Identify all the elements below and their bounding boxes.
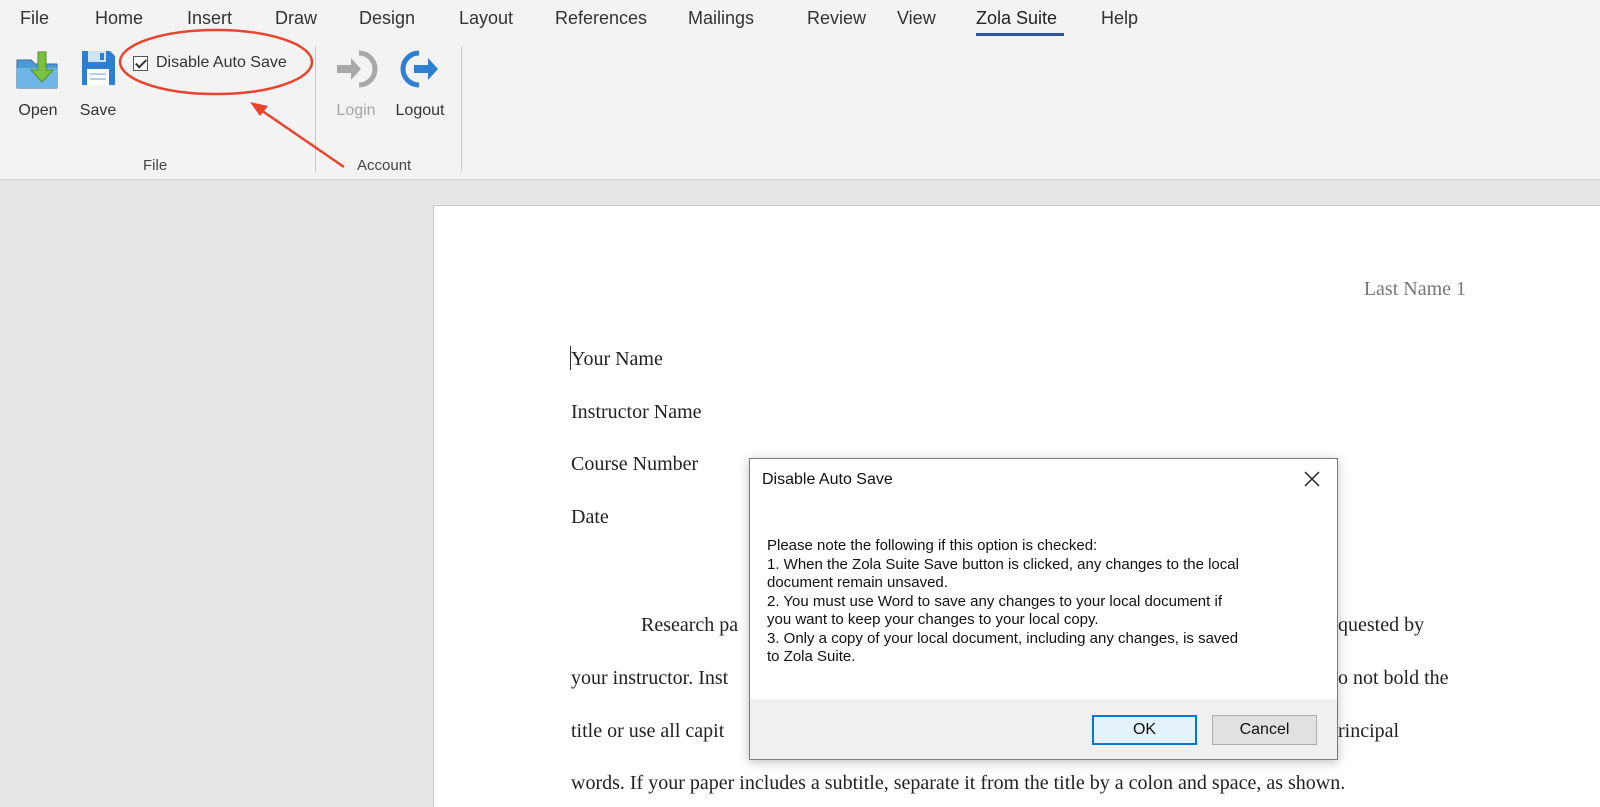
doc-body-line: title or use all capit (571, 720, 725, 742)
tab-view[interactable]: View (897, 8, 936, 29)
doc-body-line: Research pa (641, 614, 739, 636)
cancel-button[interactable]: Cancel (1212, 715, 1317, 745)
login-button[interactable]: Login (328, 40, 384, 130)
page-header: Last Name 1 (1363, 278, 1466, 300)
dialog-close-button[interactable] (1297, 465, 1327, 493)
dialog-message-line: 3. Only a copy of your local document, i… (767, 629, 1239, 647)
doc-line-name: Your Name (571, 348, 663, 370)
doc-body-line: your instructor. Inst (571, 667, 729, 689)
ribbon-tabs: File Home Insert Draw Design Layout Refe… (0, 0, 1600, 40)
dialog-message-line: 1. When the Zola Suite Save button is cl… (767, 555, 1239, 573)
dialog-message-line: document remain unsaved. (767, 574, 948, 591)
disable-auto-save-label: Disable Auto Save (156, 54, 287, 71)
logout-button[interactable]: Logout (388, 40, 452, 130)
doc-body-line-end: quested by (1338, 614, 1425, 636)
file-group-label: File (143, 157, 168, 174)
tab-insert[interactable]: Insert (187, 8, 232, 29)
disable-auto-save-dialog: Disable Auto Save Please note the follow… (749, 458, 1338, 760)
dialog-message-line: Please note the following if this option… (767, 537, 1098, 554)
login-label: Login (336, 102, 376, 119)
ok-button[interactable]: OK (1092, 715, 1197, 745)
disable-auto-save-checkbox[interactable]: Disable Auto Save (133, 54, 287, 72)
logout-icon (400, 50, 438, 88)
open-folder-icon (16, 51, 58, 89)
active-tab-indicator (976, 33, 1064, 36)
tab-draw[interactable]: Draw (275, 8, 317, 29)
ribbon-group-divider (315, 46, 316, 172)
tab-zola-suite[interactable]: Zola Suite (976, 8, 1057, 29)
close-icon (1304, 471, 1320, 487)
tab-layout[interactable]: Layout (459, 8, 513, 29)
dialog-message: Please note the following if this option… (767, 537, 1307, 667)
tab-help[interactable]: Help (1101, 8, 1138, 29)
doc-line-course: Course Number (571, 453, 699, 475)
dialog-message-line: you want to keep your changes to your lo… (767, 611, 1099, 628)
tab-file[interactable]: File (20, 8, 49, 29)
doc-body-line-end: rincipal (1338, 720, 1400, 742)
open-button[interactable]: Open (8, 40, 68, 130)
ribbon: Open Save Disable Auto Save File Login L… (0, 40, 1600, 180)
doc-body-line-end: o not bold the (1338, 667, 1449, 689)
tab-references[interactable]: References (555, 8, 647, 29)
doc-line-date: Date (571, 506, 609, 528)
tab-mailings[interactable]: Mailings (688, 8, 754, 29)
account-group-label: Account (357, 157, 412, 174)
doc-line-instructor: Instructor Name (571, 401, 702, 423)
save-label: Save (79, 102, 117, 119)
floppy-disk-icon (82, 51, 115, 85)
checkbox-checked-icon[interactable] (133, 55, 148, 71)
doc-body-line: words. If your paper includes a subtitle… (571, 772, 1346, 794)
tab-home[interactable]: Home (95, 8, 143, 29)
logout-label: Logout (395, 102, 445, 119)
tab-review[interactable]: Review (807, 8, 866, 29)
tab-design[interactable]: Design (359, 8, 415, 29)
save-button[interactable]: Save (70, 40, 126, 130)
dialog-message-line: 2. You must use Word to save any changes… (767, 592, 1222, 610)
open-label: Open (18, 102, 58, 119)
ribbon-group-divider (461, 46, 462, 172)
dialog-title: Disable Auto Save (762, 471, 893, 488)
dialog-message-line: to Zola Suite. (767, 648, 856, 665)
login-icon (337, 50, 378, 88)
